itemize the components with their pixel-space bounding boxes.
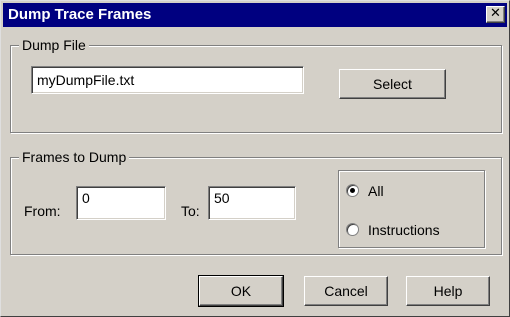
select-button[interactable]: Select xyxy=(339,69,446,99)
to-input[interactable]: 50 xyxy=(208,186,296,220)
ok-button[interactable]: OK xyxy=(198,275,284,307)
radio-selected-dot-icon xyxy=(350,188,355,193)
radio-instructions-label: Instructions xyxy=(368,222,440,238)
radio-all-button[interactable] xyxy=(346,184,359,197)
help-button[interactable]: Help xyxy=(406,276,490,306)
radio-instructions[interactable]: Instructions xyxy=(345,220,480,242)
title-bar[interactable]: Dump Trace Frames ✕ xyxy=(3,3,507,27)
dump-file-input[interactable]: myDumpFile.txt xyxy=(31,66,304,94)
to-label: To: xyxy=(181,203,200,219)
window-title: Dump Trace Frames xyxy=(8,6,152,23)
radio-all-label: All xyxy=(368,183,384,199)
radio-instructions-button[interactable] xyxy=(346,223,359,236)
dialog-window: Dump Trace Frames ✕ Dump File myDumpFile… xyxy=(0,0,510,317)
close-button[interactable]: ✕ xyxy=(486,6,505,23)
close-icon: ✕ xyxy=(490,6,501,21)
dump-file-legend: Dump File xyxy=(19,37,89,54)
frames-to-dump-legend: Frames to Dump xyxy=(19,149,130,166)
cancel-button[interactable]: Cancel xyxy=(304,276,388,306)
frames-option-box: All Instructions xyxy=(338,170,485,248)
dump-file-group: Dump File myDumpFile.txt Select xyxy=(10,37,502,133)
frames-to-dump-group: Frames to Dump From: 0 To: 50 All Instru… xyxy=(10,149,502,255)
from-input[interactable]: 0 xyxy=(76,186,166,220)
from-label: From: xyxy=(24,203,61,219)
radio-all[interactable]: All xyxy=(345,181,475,203)
